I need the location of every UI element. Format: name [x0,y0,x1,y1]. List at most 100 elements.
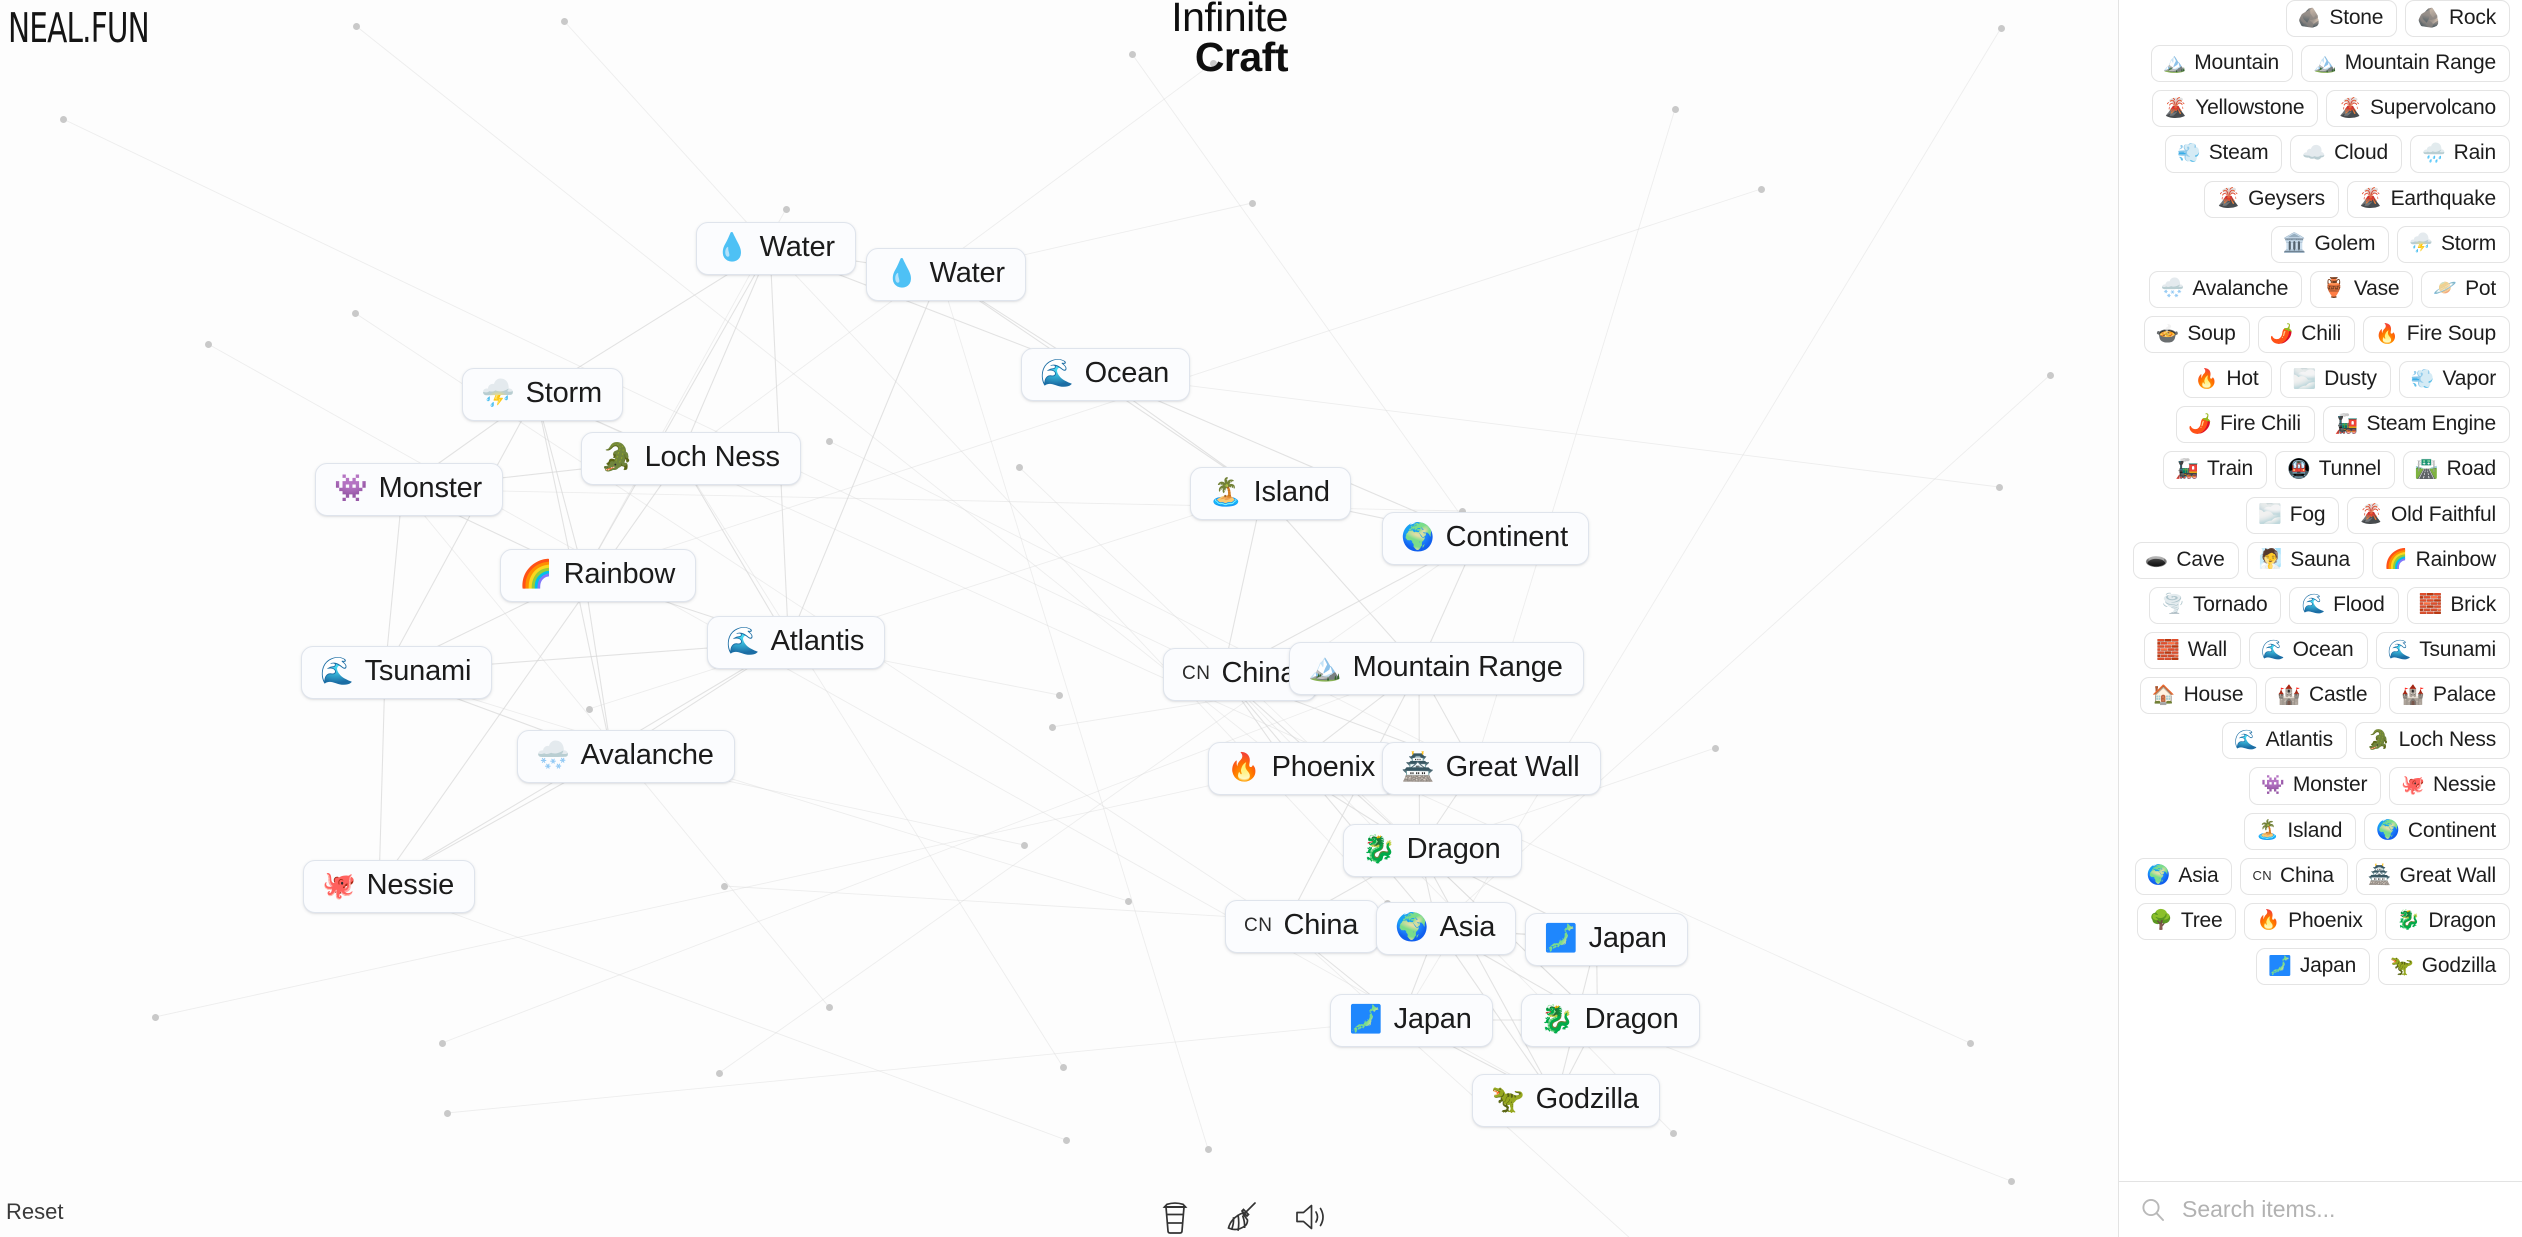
sidebar-item-cloud[interactable]: ☁️ Cloud [2290,135,2402,173]
sidebar-item-tunnel[interactable]: 🚇 Tunnel [2275,451,2395,489]
sidebar-item-supervolcano[interactable]: 🌋 Supervolcano [2326,90,2510,128]
canvas-node[interactable]: ⛈️ Storm [462,368,623,421]
background-particle [1996,484,2003,491]
canvas-node[interactable]: 🗾 Japan [1330,994,1493,1047]
canvas-node[interactable]: 🌨️ Avalanche [517,730,735,783]
item-label: Soup [2187,321,2236,345]
sidebar-item-old-faithful[interactable]: 🌋 Old Faithful [2347,496,2510,534]
reset-button[interactable]: Reset [6,1199,63,1225]
sidebar-item-vapor[interactable]: 💨 Vapor [2398,361,2510,399]
search-input[interactable] [2180,1195,2504,1224]
canvas-node[interactable]: 🦖 Godzilla [1472,1074,1660,1127]
sidebar-item-train[interactable]: 🚂 Train [2163,451,2268,489]
background-particle [586,706,593,713]
canvas-node[interactable]: 💧 Water [866,248,1026,301]
sidebar-item-sauna[interactable]: 🧖 Sauna [2246,541,2364,579]
sidebar-item-dragon[interactable]: 🐉 Dragon [2384,902,2510,940]
sidebar-item-tsunami[interactable]: 🌊 Tsunami [2375,631,2510,670]
sidebar-item-fog[interactable]: 🌫️ Fog [2246,496,2340,534]
canvas-node[interactable]: 🐉 Dragon [1521,994,1700,1047]
sidebar-item-stone[interactable]: 🪨 Stone [2285,0,2398,38]
canvas-node[interactable]: 💧 Water [696,222,856,275]
sidebar-item-flood[interactable]: 🌊 Flood [2289,586,2399,624]
sidebar-item-storm[interactable]: ⛈️ Storm [2397,225,2510,263]
item-label: Cave [2176,547,2225,571]
canvas-node[interactable]: 🏔️ Mountain Range [1289,642,1584,695]
sidebar-item-loch-ness[interactable]: 🐊 Loch Ness [2354,722,2510,760]
sidebar-item-asia[interactable]: 🌍 Asia [2134,857,2233,895]
canvas-node[interactable]: 🌍 Asia [1376,902,1517,955]
sidebar-item-godzilla[interactable]: 🦖 Godzilla [2378,947,2510,986]
canvas-node[interactable]: 🐉 Dragon [1343,824,1522,877]
item-label: Vase [2353,276,2400,300]
coffee-cup-icon[interactable] [1154,1196,1196,1237]
sidebar-item-cave[interactable]: 🕳️ Cave [2132,541,2239,579]
canvas-node[interactable]: 🌊 Tsunami [301,646,493,699]
sidebar-item-phoenix[interactable]: 🔥 Phoenix [2244,902,2377,940]
canvas-node[interactable]: 🗾 Japan [1525,913,1688,966]
sidebar-item-yellowstone[interactable]: 🌋 Yellowstone [2151,90,2319,128]
neal-fun-logo[interactable]: NEAL.FUN [8,4,150,52]
item-label: Asia [1439,911,1496,943]
canvas-node[interactable]: 🏝️ Island [1190,467,1351,520]
sidebar-item-road[interactable]: 🛣️ Road [2402,451,2510,489]
search-bar[interactable] [2119,1181,2522,1237]
sidebar-item-steam-engine[interactable]: 🚂 Steam Engine [2322,406,2510,444]
sidebar-item-rainbow[interactable]: 🌈 Rainbow [2372,541,2510,579]
sidebar-item-rain[interactable]: 🌧️ Rain [2409,135,2510,173]
sidebar-item-atlantis[interactable]: 🌊 Atlantis [2221,722,2347,760]
sidebar-item-golem[interactable]: 🏛️ Golem [2270,225,2390,263]
sidebar-item-steam[interactable]: 💨 Steam [2165,135,2283,173]
canvas-node[interactable]: 🌈 Rainbow [500,549,697,602]
sidebar-item-palace[interactable]: 🏰 Palace [2389,677,2510,715]
background-particle [1712,745,1719,752]
canvas-node[interactable]: 👾 Monster [315,463,503,516]
sidebar-item-brick[interactable]: 🧱 Brick [2406,586,2510,624]
sidebar-item-dusty[interactable]: 🌫️ Dusty [2280,361,2391,399]
sidebar-item-wall[interactable]: 🧱 Wall [2144,631,2241,670]
sidebar-item-mountain-range[interactable]: 🏔️ Mountain Range [2301,45,2510,83]
sidebar-item-japan[interactable]: 🗾 Japan [2256,947,2371,986]
canvas-node[interactable]: 🌊 Ocean [1021,348,1191,401]
sidebar-item-great-wall[interactable]: 🏯 Great Wall [2355,857,2510,895]
sidebar-item-avalanche[interactable]: 🌨️ Avalanche [2148,270,2303,308]
emoji-icon: 👾 [2261,774,2285,796]
sidebar-item-fire-soup[interactable]: 🔥 Fire Soup [2363,315,2510,354]
canvas-node[interactable]: 🐙 Nessie [303,860,476,913]
sidebar-item-pot[interactable]: 🪐 Pot [2421,270,2510,308]
canvas-node[interactable]: 🌍 Continent [1382,512,1589,565]
emoji-icon: ⛈️ [2409,233,2433,255]
sidebar-item-island[interactable]: 🏝️ Island [2243,812,2357,850]
broom-icon[interactable] [1222,1196,1264,1237]
canvas-node[interactable]: 🔥 Phoenix [1208,742,1397,795]
sidebar-item-castle[interactable]: 🏰 Castle [2265,677,2382,715]
crafting-canvas[interactable]: 💧 Water 💧 Water 🌊 Ocean ⛈️ Storm 🐊 Loch Ness 👾 Mons… [0,0,2118,1237]
sidebar-item-continent[interactable]: 🌍 Continent [2364,812,2510,850]
canvas-node[interactable]: 🌊 Atlantis [707,616,886,669]
sidebar-item-vase[interactable]: 🏺 Vase [2310,270,2414,308]
item-row: 🌍 Asia CN China 🏯 Great Wall [2129,857,2510,895]
sidebar-item-ocean[interactable]: 🌊 Ocean [2248,631,2368,670]
sidebar-item-house[interactable]: 🏠 House [2139,677,2258,715]
item-label: Road [2446,457,2497,481]
item-label: Rainbow [563,558,676,590]
sidebar-item-fire-chili[interactable]: 🌶️ Fire Chili [2176,406,2315,444]
canvas-node[interactable]: 🏯 Great Wall [1382,742,1601,795]
item-list[interactable]: 🪨 Stone 🪨 Rock 🏔️ Mountain 🏔️ Mountain Range 🌋 Ye… [2119,0,2522,1181]
canvas-node[interactable]: 🐊 Loch Ness [581,432,801,485]
sidebar-item-tornado[interactable]: 🌪️ Tornado [2149,586,2282,624]
sidebar-item-chili[interactable]: 🌶️ Chili [2257,315,2356,354]
sidebar-item-monster[interactable]: 👾 Monster [2249,767,2382,805]
sidebar-item-rock[interactable]: 🪨 Rock [2405,0,2510,38]
sidebar-item-soup[interactable]: 🍲 Soup [2143,315,2250,354]
sidebar-item-tree[interactable]: 🌳 Tree [2137,902,2237,940]
sidebar-item-nessie[interactable]: 🐙 Nessie [2389,767,2510,805]
sidebar-item-earthquake[interactable]: 🌋 Earthquake [2346,180,2510,218]
sidebar-item-hot[interactable]: 🔥 Hot [2182,361,2273,399]
speaker-icon[interactable] [1290,1196,1332,1237]
sidebar-item-geysers[interactable]: 🌋 Geysers [2204,180,2339,218]
background-particle [1205,1146,1212,1153]
canvas-node[interactable]: CN China [1225,900,1380,953]
sidebar-item-china[interactable]: CN China [2240,857,2348,895]
sidebar-item-mountain[interactable]: 🏔️ Mountain [2150,45,2294,83]
